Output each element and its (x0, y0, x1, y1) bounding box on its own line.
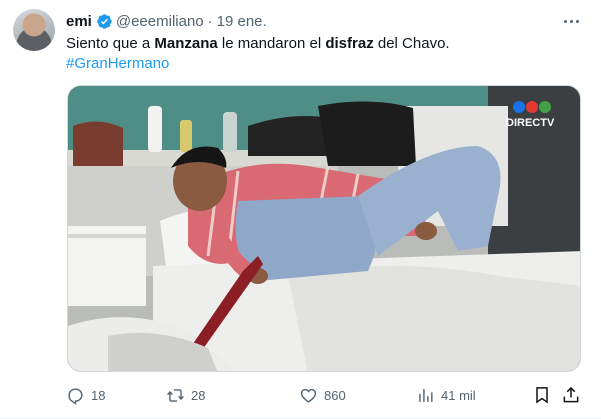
text-part: le mandaron el (217, 35, 326, 52)
text-part: Siento que a (66, 35, 155, 52)
text-bold-disfraz: disfraz (325, 35, 374, 52)
tweet-media-image[interactable]: DIRECTV (67, 85, 581, 372)
views-count: 41 mil (441, 387, 476, 403)
display-name[interactable]: emi (66, 13, 92, 30)
views-chart-icon (419, 388, 433, 402)
hashtag-link[interactable]: #GranHermano (66, 55, 169, 72)
more-horizontal-icon[interactable] (561, 11, 581, 31)
bookmark-icon[interactable] (532, 385, 552, 405)
avatar[interactable] (13, 9, 55, 51)
author-handle[interactable]: @eeemiliano (116, 13, 204, 30)
heart-icon (300, 388, 317, 403)
separator-dot: · (207, 12, 213, 30)
reply-count: 18 (91, 387, 106, 403)
text-part: del Chavo. (373, 35, 450, 52)
retweet-count: 28 (191, 387, 206, 403)
media-photo: DIRECTV (68, 86, 580, 371)
reply-icon (68, 387, 83, 405)
like-button[interactable]: 860 (299, 384, 346, 406)
tweet-date[interactable]: 19 ene. (217, 13, 267, 30)
tweet-text: Siento que a Manzana le mandaron el disf… (66, 34, 581, 74)
reply-button[interactable]: 18 (66, 384, 105, 406)
tweet-card[interactable]: emi @eeemiliano · 19 ene. Siento que a M… (0, 0, 601, 419)
retweet-icon (167, 388, 184, 402)
verified-badge-icon (97, 13, 112, 29)
share-icon[interactable] (561, 385, 581, 405)
views-button[interactable]: 41 mil (416, 384, 476, 406)
tweet-text-line: Siento que a Manzana le mandaron el disf… (66, 34, 581, 54)
tweet-header: emi @eeemiliano · 19 ene. (66, 11, 267, 31)
text-bold-manzana: Manzana (154, 35, 218, 52)
directv-watermark: DIRECTV (506, 117, 555, 129)
like-count: 860 (324, 387, 346, 403)
tweet-actions: 18 28 860 41 mil (66, 384, 581, 406)
retweet-button[interactable]: 28 (166, 384, 205, 406)
